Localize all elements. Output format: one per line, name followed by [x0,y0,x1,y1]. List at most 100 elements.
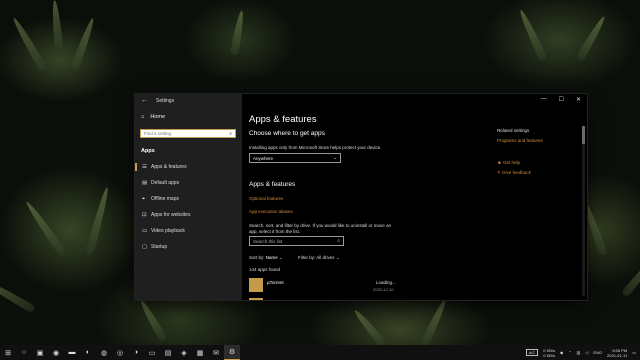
nav-item-label: Apps & features [151,164,187,170]
chevron-down-icon: ⌄ [333,155,337,160]
apps-features-heading: Apps & features [249,181,296,188]
nav-item-label: Startup [151,244,168,250]
app-icon[interactable]: ▦ [192,345,208,360]
settings-window: ← Settings ⌂ Home ⌕ Apps ☰ Apps & featur… [135,94,587,300]
find-setting-search[interactable]: ⌕ [140,129,236,138]
web-icon: ⊡ [142,212,147,218]
task-view-icon[interactable]: ▣ [32,345,48,360]
app-name[interactable]: µTorrent [267,280,284,285]
chrome-icon[interactable]: ◍ [96,345,112,360]
app-date: 2020-12-10 [373,287,394,292]
give-feedback-label: Give feedback [502,170,531,175]
nav-section-title: Apps [141,148,155,154]
taskbar: ⊞ ○ ▣ ◉ ▬ ◐ ◍ ◎ ◑ ▭ ▤ ◈ ▦ ✉ ⚙ A/C 0 KB/s… [0,345,640,360]
minimize-button[interactable]: — [541,96,547,103]
nav-home-label: Home [150,114,165,120]
notepad-icon[interactable]: ▤ [160,345,176,360]
start-icon[interactable]: ⊞ [0,345,16,360]
volume-icon[interactable]: ◁ [585,350,588,355]
filter-value: All drives [316,255,335,260]
app-execution-aliases-link[interactable]: App execution aliases [249,209,293,214]
video-icon: ▭ [142,228,148,234]
nav-item-apps-features[interactable]: ☰ Apps & features [135,161,242,173]
nav-item-video-playback[interactable]: ▭ Video playback [135,225,242,237]
get-apps-value: Anywhere [253,155,274,161]
help-icon: ☻ [497,160,502,165]
filter-control[interactable]: Filter by: All drives ⌄ [298,255,340,261]
programs-and-features-link[interactable]: Programs and features [497,138,543,143]
nav-item-startup[interactable]: ▢ Startup [135,241,242,253]
default-apps-icon: ▤ [142,180,148,186]
window-controls: — ☐ ✕ [541,96,581,103]
nav-item-label: Default apps [151,180,180,186]
list-icon: ☰ [142,164,147,170]
sort-control[interactable]: Sort by: Name ⌄ [249,255,283,261]
feedback-icon: ✎ [497,170,501,175]
nvidia-icon[interactable]: ◆ [560,350,563,355]
window-title: Settings [156,97,175,104]
nav-item-label: Offline maps [151,196,179,202]
search-icon[interactable]: ○ [16,345,32,360]
get-apps-heading: Choose where to get apps [249,130,325,137]
title-bar: ← Settings [141,97,174,104]
related-settings-heading: Related settings [497,128,530,133]
search-icon[interactable]: ⌕ [337,238,340,244]
app-status: Loading... [376,280,396,285]
lang-indicator[interactable]: ENG [593,350,602,355]
mail-icon[interactable]: ✉ [208,345,224,360]
utorrent-app-icon[interactable] [249,278,263,292]
sort-value: Name [265,255,278,260]
startup-icon: ▢ [142,244,148,250]
find-setting-input[interactable] [144,130,224,137]
main-content: — ☐ ✕ Apps & features Choose where to ge… [242,94,587,300]
nav-home[interactable]: ⌂ Home [141,114,165,120]
back-arrow-icon[interactable]: ← [141,97,148,104]
page-title: Apps & features [249,114,317,125]
notification-icon[interactable]: ▭ [632,350,636,355]
settings-app-icon[interactable]: ◉ [48,345,64,360]
app-list-search[interactable]: ⌕ [249,236,344,246]
clock-date: 2021-01-11 [607,352,628,358]
settings-nav-pane: ← Settings ⌂ Home ⌕ Apps ☰ Apps & featur… [135,94,242,300]
system-tray: A/C 0 KB/s 0 KB/s ◆ ⌃ ▥ ◁ ENG 5:06 PM 20… [525,345,640,360]
nav-item-label: Video playback [151,228,185,234]
scrollbar[interactable] [582,126,585,296]
chevron-up-icon[interactable]: ⌃ [568,350,571,355]
search-description-line-1: Search, sort, and filter by drive. If yo… [249,223,392,228]
close-button[interactable]: ✕ [576,96,581,103]
tray-box[interactable]: A/C [525,349,539,356]
search-description-line-2: app, select it from the list. [249,229,301,234]
map-icon: ⌖ [142,196,146,202]
get-help-label: Get help [503,160,521,165]
chevron-down-icon: ⌄ [335,255,340,260]
scrollbar-thumb[interactable] [582,126,585,144]
optional-features-link[interactable]: Optional features [249,196,283,201]
nav-item-offline-maps[interactable]: ⌖ Offline maps [135,193,242,205]
network-speed: 0 KB/s 0 KB/s [543,348,555,358]
terminal-icon[interactable]: ▭ [144,345,160,360]
net-speed-2: 0 KB/s [543,352,556,358]
media-icon[interactable]: ◑ [128,345,144,360]
home-icon: ⌂ [141,114,145,120]
get-apps-dropdown[interactable]: Anywhere ⌄ [249,153,341,163]
chrome-canary-icon[interactable]: ◎ [112,345,128,360]
nav-item-default-apps[interactable]: ▤ Default apps [135,177,242,189]
edge-icon[interactable]: ◐ [80,345,96,360]
app-list-search-input[interactable] [253,238,333,244]
chevron-down-icon: ⌄ [279,255,283,260]
give-feedback-link[interactable]: ✎ Give feedback [497,170,531,176]
filter-label: Filter by: [298,255,316,260]
next-app-icon[interactable] [249,298,263,300]
get-apps-description: Installing apps only from Microsoft Stor… [249,145,382,150]
maximize-button[interactable]: ☐ [559,96,564,103]
search-icon[interactable]: ⌕ [229,131,232,137]
sort-label: Sort by: [249,255,265,260]
clock[interactable]: 5:06 PM 2021-01-11 [607,348,627,358]
get-help-link[interactable]: ☻ Get help [497,160,520,165]
file-explorer-icon[interactable]: ▬ [64,345,80,360]
nav-item-apps-for-websites[interactable]: ⊡ Apps for websites [135,209,242,221]
settings-gear-icon[interactable]: ⚙ [224,345,240,360]
apps-found-count: 144 apps found [249,267,281,272]
steam-icon[interactable]: ◈ [176,345,192,360]
network-icon[interactable]: ▥ [577,350,581,355]
